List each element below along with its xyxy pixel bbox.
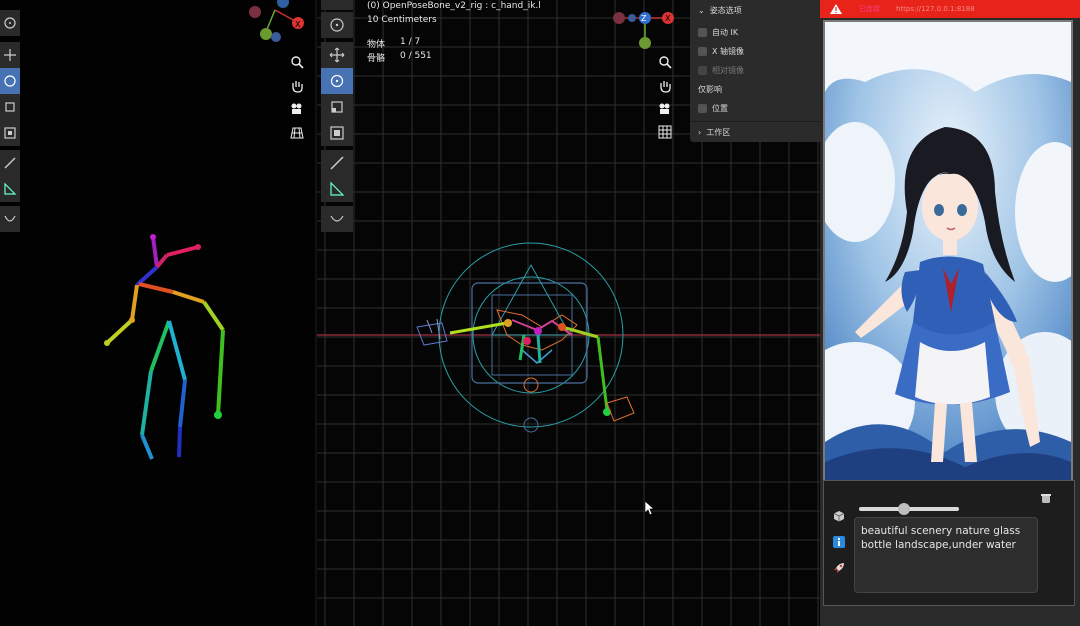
location-label: 位置	[712, 104, 728, 113]
curve-tool-icon[interactable]	[0, 206, 20, 232]
pan-hand-icon[interactable]	[655, 76, 675, 96]
grid-view-icon[interactable]	[287, 122, 307, 142]
affect-only-text: 仅影响	[698, 85, 722, 94]
pose-rig[interactable]	[412, 235, 652, 435]
x-mirror-checkbox[interactable]: X 轴镜像	[698, 46, 744, 57]
zoom-icon[interactable]	[287, 52, 307, 72]
affect-only-label: 仅影响	[698, 84, 722, 95]
panel-divider	[690, 121, 820, 122]
trash-icon[interactable]	[1040, 489, 1052, 503]
generated-image[interactable]	[823, 20, 1073, 482]
chevron-right-icon: ›	[698, 128, 702, 137]
cursor-tool-icon[interactable]	[321, 12, 353, 38]
active-object-name: (0) OpenPoseBone_v2_rig : c_hand_ik.l	[367, 1, 541, 11]
location-checkbox[interactable]: 位置	[698, 103, 728, 114]
prompt-panel: beautiful scenery nature glass bottle la…	[823, 480, 1075, 606]
main-toolbar	[321, 0, 353, 232]
gizmo-z-label: Z	[641, 14, 647, 23]
workspace-label: 工作区	[706, 128, 731, 137]
openpose-skeleton-preview	[104, 234, 225, 460]
relative-mirror-label: 相对镜像	[712, 66, 744, 75]
select-tool-icon[interactable]	[321, 0, 353, 10]
x-mirror-label: X 轴镜像	[712, 47, 745, 56]
warning-icon	[830, 4, 842, 14]
rotate-tool-icon[interactable]	[0, 68, 20, 94]
grid-view-icon[interactable]	[655, 122, 675, 142]
pan-hand-icon[interactable]	[287, 76, 307, 96]
generated-anime-illustration	[825, 22, 1071, 480]
annotate-tool-icon[interactable]	[321, 150, 353, 176]
slider-handle[interactable]	[898, 503, 910, 515]
annotate-tool-icon[interactable]	[0, 150, 20, 176]
prompt-textarea[interactable]: beautiful scenery nature glass bottle la…	[854, 517, 1038, 593]
prompt-text: beautiful scenery nature glass bottle la…	[861, 525, 1021, 551]
zoom-icon[interactable]	[655, 52, 675, 72]
pose-options-panel: ⌄ 姿态选项 自动 IK X 轴镜像 相对镜像 仅影响 位置 › 工作区	[690, 0, 820, 142]
left-toolbar	[0, 0, 22, 232]
left-3d-viewport[interactable]: X	[0, 0, 315, 626]
server-url[interactable]: https://127.0.0.1:8188	[896, 5, 975, 13]
image-generator-window: 已连接 https://127.0.0.1:8188 beautiful sce…	[820, 0, 1080, 626]
move-tool-icon[interactable]	[321, 42, 353, 68]
transform-tool-icon[interactable]	[321, 120, 353, 146]
info-icon[interactable]	[833, 533, 845, 548]
strength-slider[interactable]	[859, 503, 959, 515]
scale-tool-icon[interactable]	[321, 94, 353, 120]
rotate-tool-icon[interactable]	[321, 68, 353, 94]
navigation-gizmo[interactable]: Z X	[609, 4, 681, 56]
pose-options-title: 姿态选项	[709, 6, 742, 15]
scale-tool-icon[interactable]	[0, 94, 20, 120]
gizmo-x-label: X	[665, 14, 671, 23]
transform-tool-icon[interactable]	[0, 120, 20, 146]
camera-icon[interactable]	[655, 99, 675, 119]
bones-stat-value: 0 / 551	[400, 51, 432, 61]
checkbox-icon	[698, 104, 707, 113]
window-header: 已连接 https://127.0.0.1:8188	[820, 0, 1080, 18]
objects-stat-value: 1 / 7	[400, 37, 421, 47]
chevron-down-icon: ⌄	[698, 6, 705, 15]
pose-options-header[interactable]: ⌄ 姿态选项	[698, 5, 742, 16]
dice-icon[interactable]	[833, 507, 845, 522]
move-tool-icon[interactable]	[0, 42, 20, 68]
checkbox-icon	[698, 28, 707, 37]
measure-tool-icon[interactable]	[321, 176, 353, 202]
bones-stat-label: 骨骼	[367, 54, 386, 64]
measure-tool-icon[interactable]	[0, 176, 20, 202]
rocket-icon[interactable]	[833, 559, 845, 573]
curve-tool-icon[interactable]	[321, 206, 353, 232]
navigation-gizmo-left[interactable]: X	[245, 0, 307, 46]
mouse-cursor-icon	[644, 500, 655, 516]
auto-ik-checkbox[interactable]: 自动 IK	[698, 27, 738, 38]
workspace-section[interactable]: › 工作区	[698, 127, 730, 138]
relative-mirror-checkbox[interactable]: 相对镜像	[698, 65, 744, 76]
objects-stat-label: 物体	[367, 40, 386, 50]
checkbox-icon	[698, 47, 707, 56]
svg-text:X: X	[295, 20, 301, 29]
grid-scale-label: 10 Centimeters	[367, 15, 437, 25]
checkbox-icon	[698, 66, 707, 75]
camera-icon[interactable]	[287, 99, 307, 119]
connection-status: 已连接	[859, 5, 880, 13]
auto-ik-label: 自动 IK	[712, 28, 739, 37]
cursor-tool-icon[interactable]	[0, 10, 20, 36]
